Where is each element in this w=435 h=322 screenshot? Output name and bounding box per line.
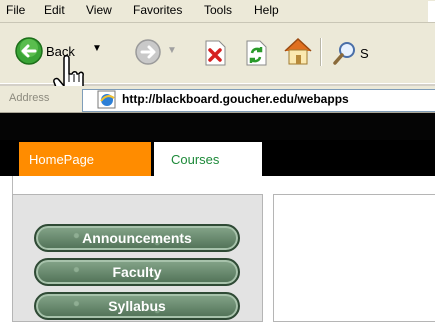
forward-button[interactable]: ▼ bbox=[134, 38, 180, 66]
menu-help[interactable]: Help bbox=[254, 3, 279, 17]
stop-icon[interactable] bbox=[203, 40, 227, 66]
home-icon[interactable] bbox=[282, 36, 314, 66]
search-label: S bbox=[360, 46, 369, 61]
menu-view[interactable]: View bbox=[86, 3, 112, 17]
tab-courses[interactable]: Courses bbox=[154, 142, 262, 178]
refresh-icon[interactable] bbox=[244, 40, 268, 66]
back-arrow-icon bbox=[15, 37, 43, 65]
address-url: http://blackboard.goucher.edu/webapps bbox=[122, 92, 349, 106]
tab-homepage[interactable]: HomePage bbox=[19, 142, 151, 176]
menu-edit[interactable]: Edit bbox=[44, 3, 65, 17]
search-icon bbox=[333, 42, 355, 65]
search-button[interactable]: S bbox=[332, 40, 435, 66]
menu-tools[interactable]: Tools bbox=[204, 3, 232, 17]
tab-homepage-label: HomePage bbox=[29, 152, 95, 167]
menu-bar: File Edit View Favorites Tools Help bbox=[0, 0, 435, 23]
tab-courses-label: Courses bbox=[171, 152, 220, 167]
back-dropdown-icon[interactable]: ▼ bbox=[92, 43, 102, 54]
faculty-button[interactable]: Faculty bbox=[34, 258, 240, 286]
forward-dropdown-icon[interactable]: ▼ bbox=[167, 45, 177, 56]
main-content-panel bbox=[273, 194, 435, 322]
address-label: Address bbox=[9, 92, 50, 104]
toolbar-divider bbox=[320, 38, 322, 66]
ie-page-icon bbox=[97, 90, 116, 109]
announcements-button[interactable]: Announcements bbox=[34, 224, 240, 252]
content-top-strip bbox=[12, 176, 435, 194]
menu-file[interactable]: File bbox=[6, 3, 25, 17]
syllabus-button[interactable]: Syllabus bbox=[34, 292, 240, 320]
menu-favorites[interactable]: Favorites bbox=[133, 3, 182, 17]
forward-arrow-icon bbox=[135, 39, 161, 65]
menu-bar-end bbox=[428, 1, 435, 22]
